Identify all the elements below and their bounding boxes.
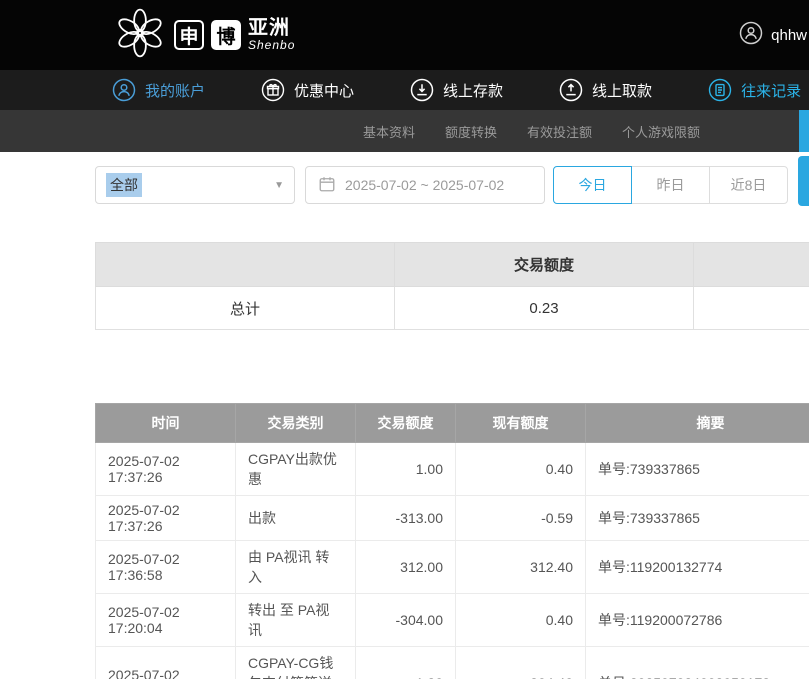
cell-amount: 1.00 xyxy=(356,443,456,496)
col-header-amount: 交易额度 xyxy=(356,404,456,443)
cell-amount: 312.00 xyxy=(356,541,456,594)
nav-item-my-account[interactable]: 我的账户 xyxy=(112,78,205,102)
username-text: qhhw xyxy=(771,27,807,44)
cell-type: CGPAY-CG钱包支付笔笔送优惠 xyxy=(236,647,356,679)
subnav-active-tab-cut[interactable] xyxy=(799,110,809,152)
summary-total-value: 0.23 xyxy=(395,287,694,330)
col-header-balance: 现有额度 xyxy=(456,404,586,443)
cell-memo: 单号:739337865 xyxy=(586,496,809,541)
cell-memo: 单号:119200072786 xyxy=(586,594,809,647)
nav-label: 线上存款 xyxy=(443,80,503,101)
top-header: 申 博 亚洲 Shenbo qhhw xyxy=(0,0,809,70)
cell-type: CGPAY出款优惠 xyxy=(236,443,356,496)
cell-balance: 0.40 xyxy=(456,443,586,496)
cell-memo: 单号:202507034003950178 xyxy=(586,647,809,679)
yesterday-button[interactable]: 昨日 xyxy=(631,166,710,204)
nav-item-withdraw[interactable]: 线上取款 xyxy=(559,78,652,102)
col-header-memo: 摘要 xyxy=(586,404,809,443)
last-8-days-button[interactable]: 近8日 xyxy=(709,166,788,204)
summary-header-amount: 交易额度 xyxy=(395,243,694,287)
cell-memo: 单号:119200132774 xyxy=(586,541,809,594)
promo-icon xyxy=(261,78,285,102)
table-header-row: 时间 交易类别 交易额度 现有额度 摘要 xyxy=(96,404,809,443)
cell-balance: -0.59 xyxy=(456,496,586,541)
cell-balance: 304.40 xyxy=(456,647,586,679)
summary-header-cut xyxy=(694,243,809,287)
select-selected-value: 全部 xyxy=(106,173,142,197)
col-header-type: 交易类别 xyxy=(236,404,356,443)
nav-item-records[interactable]: 往来记录 xyxy=(708,78,801,102)
transaction-type-select[interactable]: 全部 ▼ xyxy=(95,166,295,204)
table-row: 2025-07-02 17:19:37 CGPAY-CG钱包支付笔笔送优惠 1.… xyxy=(96,647,809,679)
date-range-value: 2025-07-02 ~ 2025-07-02 xyxy=(345,177,504,193)
cell-time: 2025-07-02 17:37:26 xyxy=(96,496,236,541)
flower-logo-icon xyxy=(113,6,167,65)
account-icon xyxy=(112,78,136,102)
filter-row: 全部 ▼ 2025-07-02 ~ 2025-07-02 今日 昨日 近8日 xyxy=(0,152,809,206)
transactions-table: 时间 交易类别 交易额度 现有额度 摘要 2025-07-02 17:37:26… xyxy=(95,403,809,679)
deposit-icon xyxy=(410,78,434,102)
table-row: 2025-07-02 17:37:26 出款 -313.00 -0.59 单号:… xyxy=(96,496,809,541)
logo-char-shen: 申 xyxy=(174,20,204,50)
col-header-time: 时间 xyxy=(96,404,236,443)
user-account-area[interactable]: qhhw xyxy=(739,21,809,50)
cell-balance: 0.40 xyxy=(456,594,586,647)
quick-date-buttons: 今日 昨日 近8日 xyxy=(553,166,788,204)
cell-amount: -304.00 xyxy=(356,594,456,647)
logo-char-bo: 博 xyxy=(211,20,241,50)
cell-amount: -313.00 xyxy=(356,496,456,541)
summary-total-row: 总计 0.23 xyxy=(96,287,809,330)
logo-subtitle: Shenbo xyxy=(248,39,295,52)
table-row: 2025-07-02 17:20:04 转出 至 PA视讯 -304.00 0.… xyxy=(96,594,809,647)
brand-logo[interactable]: 申 博 亚洲 Shenbo xyxy=(113,6,295,65)
today-button[interactable]: 今日 xyxy=(553,166,632,204)
withdraw-icon xyxy=(559,78,583,102)
nav-label: 我的账户 xyxy=(145,80,205,101)
table-row: 2025-07-02 17:37:26 CGPAY出款优惠 1.00 0.40 … xyxy=(96,443,809,496)
subnav-item-credit-transfer[interactable]: 额度转换 xyxy=(445,122,497,141)
chevron-down-icon: ▼ xyxy=(274,180,284,191)
calendar-icon xyxy=(318,175,336,196)
cell-time: 2025-07-02 17:36:58 xyxy=(96,541,236,594)
subnav-item-valid-bets[interactable]: 有效投注额 xyxy=(527,122,592,141)
cell-time: 2025-07-02 17:19:37 xyxy=(96,647,236,679)
records-icon xyxy=(708,78,732,102)
summary-total-cut xyxy=(694,287,809,330)
sub-nav: 基本资料 额度转换 有效投注额 个人游戏限额 xyxy=(0,110,809,152)
nav-label: 往来记录 xyxy=(741,80,801,101)
nav-label: 优惠中心 xyxy=(294,80,354,101)
subnav-item-basic-info[interactable]: 基本资料 xyxy=(363,122,415,141)
cell-balance: 312.40 xyxy=(456,541,586,594)
summary-total-label: 总计 xyxy=(96,287,395,330)
cell-time: 2025-07-02 17:20:04 xyxy=(96,594,236,647)
nav-item-deposit[interactable]: 线上存款 xyxy=(410,78,503,102)
main-nav: 我的账户 优惠中心 线上存款 线上取款 xyxy=(0,70,809,110)
cell-memo: 单号:739337865 xyxy=(586,443,809,496)
cell-type: 由 PA视讯 转入 xyxy=(236,541,356,594)
summary-header-empty xyxy=(96,243,395,287)
user-avatar-icon xyxy=(739,21,763,50)
cell-time: 2025-07-02 17:37:26 xyxy=(96,443,236,496)
nav-item-promotions[interactable]: 优惠中心 xyxy=(261,78,354,102)
cell-amount: 1.80 xyxy=(356,647,456,679)
summary-header-row: 交易额度 xyxy=(96,243,809,287)
logo-region-text: 亚洲 xyxy=(248,18,295,39)
nav-label: 线上取款 xyxy=(592,80,652,101)
cell-type: 出款 xyxy=(236,496,356,541)
subnav-item-game-limits[interactable]: 个人游戏限额 xyxy=(622,122,700,141)
summary-table: 交易额度 总计 0.23 xyxy=(95,242,809,330)
cell-type: 转出 至 PA视讯 xyxy=(236,594,356,647)
search-button-cut[interactable] xyxy=(798,156,809,206)
date-range-input[interactable]: 2025-07-02 ~ 2025-07-02 xyxy=(305,166,545,204)
table-row: 2025-07-02 17:36:58 由 PA视讯 转入 312.00 312… xyxy=(96,541,809,594)
